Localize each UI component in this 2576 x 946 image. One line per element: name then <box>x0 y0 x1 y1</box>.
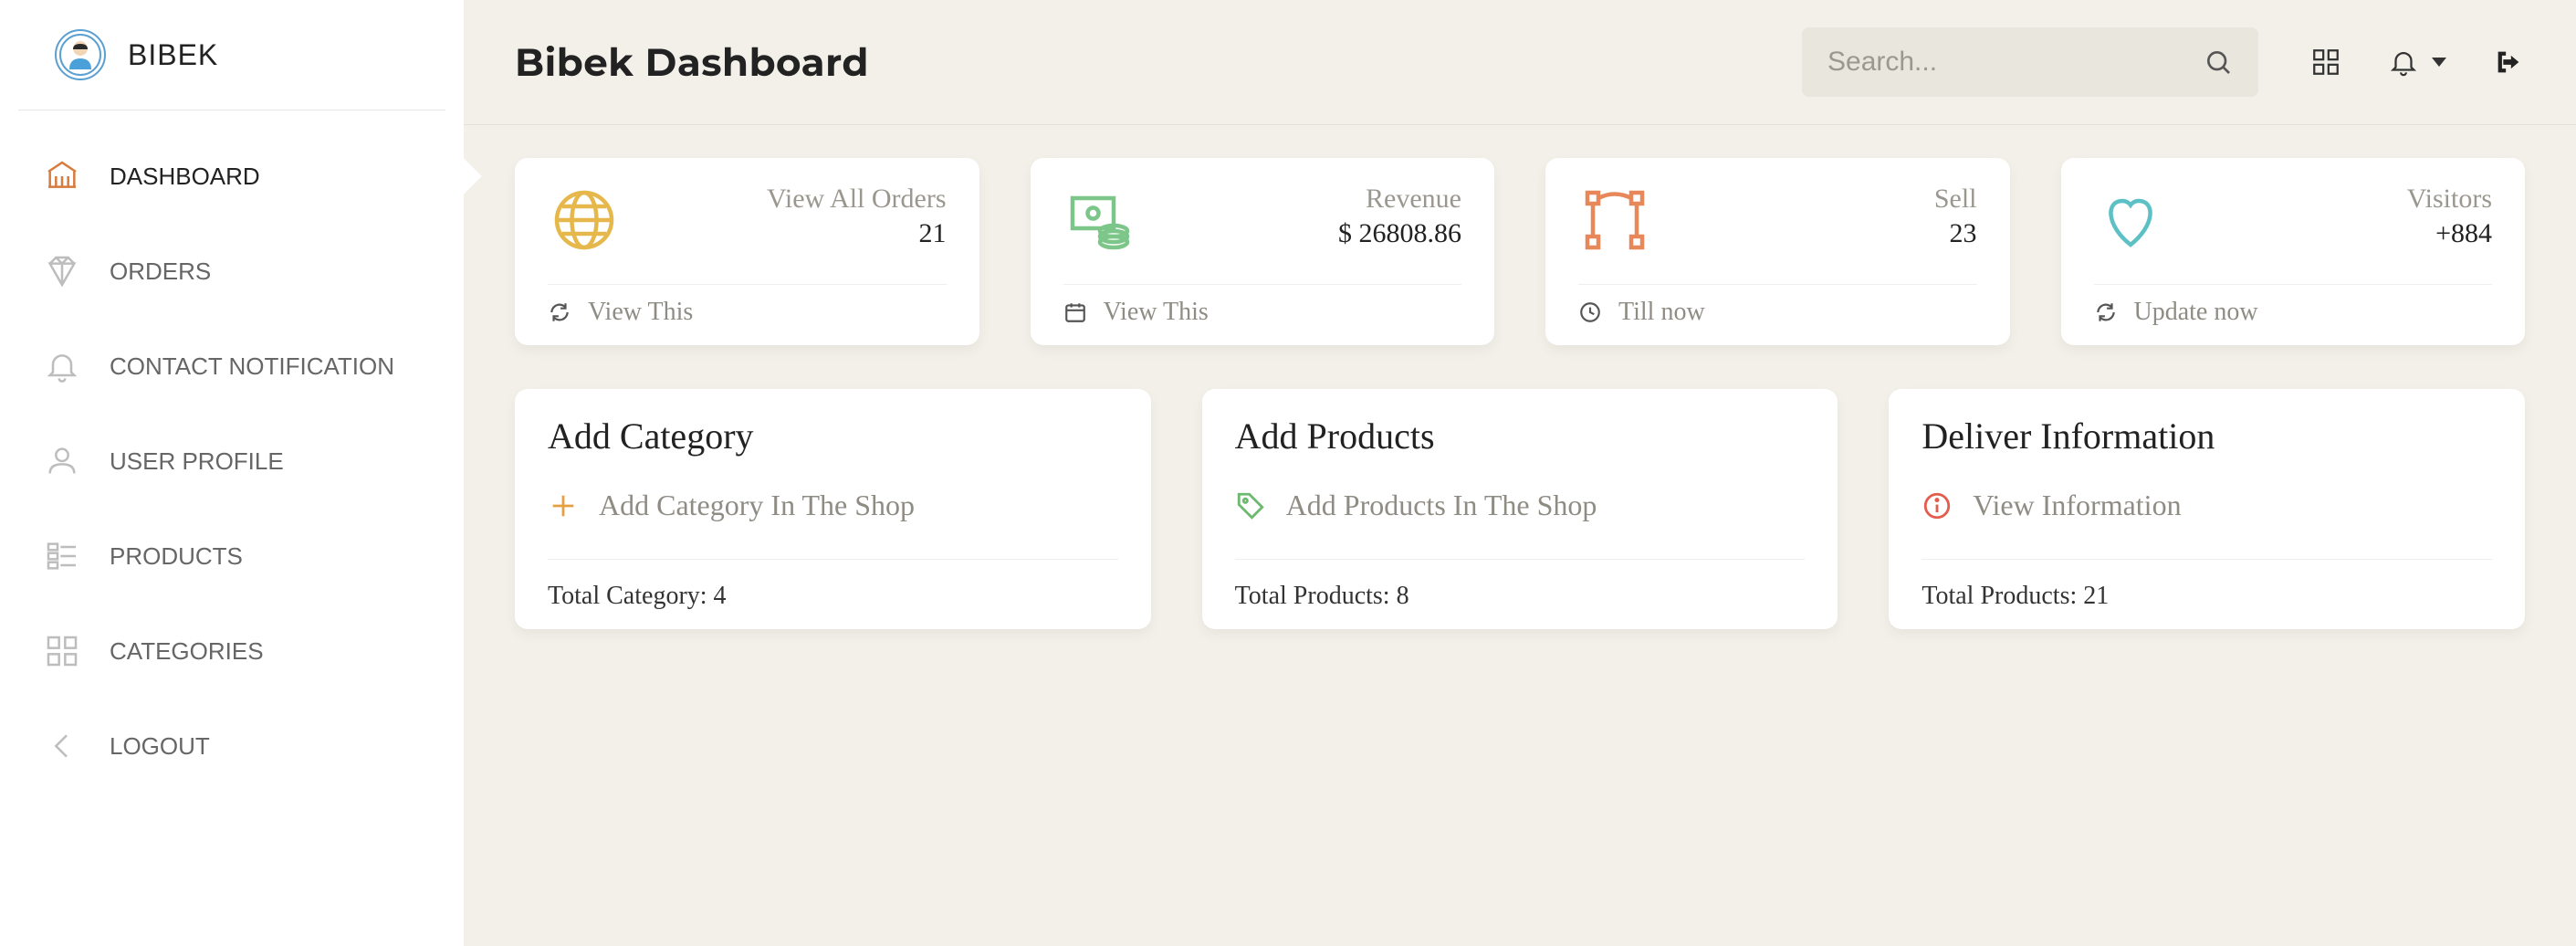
nav-item-categories[interactable]: CATEGORIES <box>0 604 464 699</box>
stat-label: Sell <box>1934 184 1977 215</box>
stat-card-revenue: Revenue $ 26808.86 View This <box>1031 158 1495 345</box>
action-card-products: Add Products Add Products In The Shop To… <box>1202 389 1838 629</box>
action-card-deliver: Deliver Information View Information Tot… <box>1889 389 2525 629</box>
stat-value: +884 <box>2407 218 2492 249</box>
money-icon <box>1063 184 1136 257</box>
search-icon <box>2204 47 2233 77</box>
action-total: Total Products: 8 <box>1235 582 1806 611</box>
nav-item-products[interactable]: PRODUCTS <box>0 509 464 604</box>
avatar <box>55 29 106 80</box>
nav-label: CONTACT NOTIFICATION <box>110 352 394 381</box>
stat-footer-orders[interactable]: View This <box>548 298 947 327</box>
nav-item-orders[interactable]: ORDERS <box>0 224 464 319</box>
nav-label: CATEGORIES <box>110 637 264 666</box>
caret-down-icon <box>2432 58 2446 67</box>
nav-list: DASHBOARD ORDERS CONTACT NOTIFICATION US… <box>0 129 464 794</box>
add-products-link[interactable]: Add Products In The Shop <box>1235 489 1806 559</box>
stat-footer-revenue[interactable]: View This <box>1063 298 1462 327</box>
globe-icon <box>548 184 621 257</box>
list-icon <box>40 534 84 578</box>
sidebar-header: BIBEK <box>18 22 445 110</box>
grid-icon <box>40 629 84 673</box>
action-card-category: Add Category Add Category In The Shop To… <box>515 389 1151 629</box>
sidebar: BIBEK DASHBOARD ORDERS CONTACT NOTIFICAT… <box>0 0 464 946</box>
stat-label: Revenue <box>1338 184 1461 215</box>
search-box[interactable] <box>1802 27 2258 97</box>
action-total: Total Products: 21 <box>1922 582 2492 611</box>
stat-footer-text: View This <box>588 298 693 327</box>
nav-label: DASHBOARD <box>110 163 260 191</box>
notifications-button[interactable] <box>2388 46 2446 79</box>
topbar-icons <box>2309 46 2525 79</box>
nav-label: ORDERS <box>110 258 211 286</box>
bell-icon <box>40 344 84 388</box>
nav-item-logout[interactable]: LOGOUT <box>0 699 464 794</box>
action-title: Deliver Information <box>1922 415 2492 457</box>
diamond-icon <box>40 249 84 293</box>
bell-icon <box>2388 47 2419 78</box>
view-information-link[interactable]: View Information <box>1922 489 2492 559</box>
calendar-icon <box>1063 300 1087 324</box>
action-total: Total Category: 4 <box>548 582 1118 611</box>
action-title: Add Category <box>548 415 1118 457</box>
topbar: Bibek Dashboard <box>464 0 2576 125</box>
heart-icon <box>2094 184 2167 257</box>
logout-icon <box>2493 47 2524 78</box>
stat-card-sell: Sell 23 Till now <box>1545 158 2010 345</box>
action-title: Add Products <box>1235 415 1806 457</box>
stat-label: View All Orders <box>767 184 947 215</box>
stat-footer-text: Till now <box>1618 298 1705 327</box>
grid-menu-button[interactable] <box>2309 46 2342 79</box>
stat-footer-text: Update now <box>2134 298 2258 327</box>
stat-card-orders: View All Orders 21 View This <box>515 158 979 345</box>
nav-label: PRODUCTS <box>110 542 243 571</box>
nav-label: USER PROFILE <box>110 447 284 476</box>
refresh-icon <box>548 300 571 324</box>
user-icon <box>40 439 84 483</box>
stat-value: 23 <box>1934 218 1977 249</box>
nav-item-dashboard[interactable]: DASHBOARD <box>0 129 464 224</box>
stat-card-visitors: Visitors +884 Update now <box>2061 158 2526 345</box>
action-link-text: View Information <box>1973 489 2181 522</box>
stat-footer-sell[interactable]: Till now <box>1578 298 1977 327</box>
stat-footer-text: View This <box>1104 298 1209 327</box>
stat-value: 21 <box>767 218 947 249</box>
page-title: Bibek Dashboard <box>515 38 869 86</box>
stats-row: View All Orders 21 View This Rev <box>515 158 2525 345</box>
action-link-text: Add Category In The Shop <box>599 489 915 522</box>
main: Bibek Dashboard <box>464 0 2576 946</box>
action-link-text: Add Products In The Shop <box>1286 489 1597 522</box>
action-row: Add Category Add Category In The Shop To… <box>515 389 2525 629</box>
nav-label: LOGOUT <box>110 732 210 761</box>
refresh-icon <box>2094 300 2118 324</box>
content: View All Orders 21 View This Rev <box>464 125 2576 662</box>
stat-label: Visitors <box>2407 184 2492 215</box>
plus-icon <box>548 490 579 521</box>
stat-value: $ 26808.86 <box>1338 218 1461 249</box>
nav-item-contact-notification[interactable]: CONTACT NOTIFICATION <box>0 319 464 414</box>
avatar-icon <box>58 33 102 77</box>
info-icon <box>1922 490 1953 521</box>
add-category-link[interactable]: Add Category In The Shop <box>548 489 1118 559</box>
clock-icon <box>1578 300 1602 324</box>
bank-icon <box>40 154 84 198</box>
brand-name: BIBEK <box>128 38 218 72</box>
vector-icon <box>1578 184 1651 257</box>
apps-icon <box>2310 47 2341 78</box>
chevron-left-icon <box>40 724 84 768</box>
stat-footer-visitors[interactable]: Update now <box>2094 298 2493 327</box>
nav-item-user-profile[interactable]: USER PROFILE <box>0 414 464 509</box>
logout-button[interactable] <box>2492 46 2525 79</box>
tag-icon <box>1235 490 1266 521</box>
search-input[interactable] <box>1827 47 2204 78</box>
